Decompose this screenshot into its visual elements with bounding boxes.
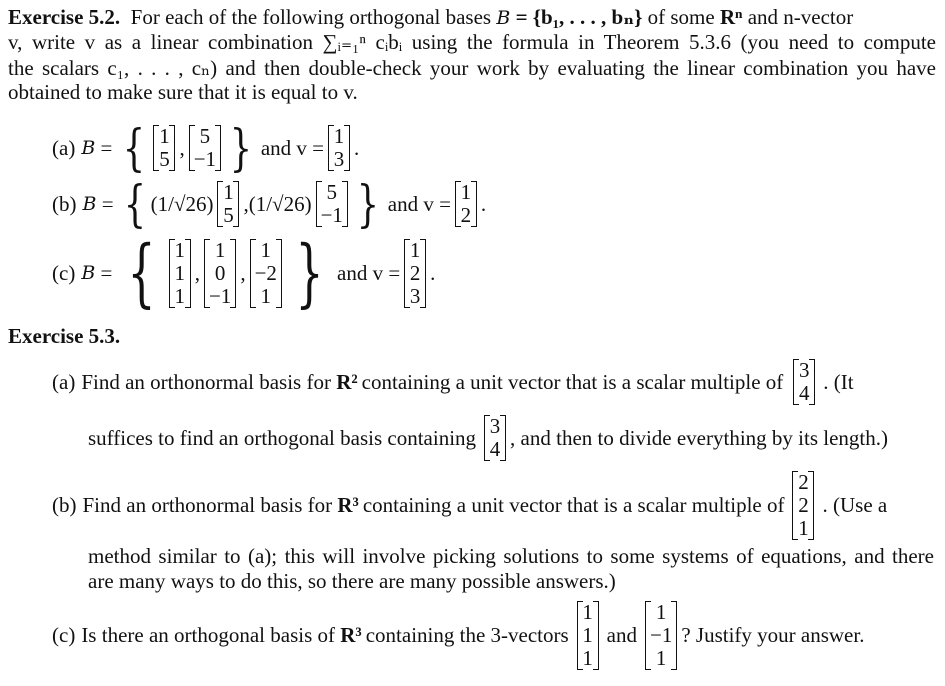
v-vector: 13 (328, 125, 351, 171)
vector-two: 1 −1 1 (644, 600, 678, 670)
ex53-part-a-line1: (a) Find an orthonormal basis for R² con… (52, 358, 854, 405)
scalar-factor: (1/√26) (248, 191, 312, 216)
basis-vector: 5 −1 (188, 125, 222, 171)
right-brace-icon: } (356, 175, 379, 233)
right-brace-icon: } (229, 119, 253, 177)
basis-vector: 111 (168, 238, 191, 308)
target-vector: 34 (484, 415, 507, 461)
ex52-line2: v, write v as a linear combination ∑ᵢ₌₁ⁿ… (8, 30, 936, 54)
v-vector: 123 (404, 238, 427, 308)
basis-vector: 1 −2 1 (249, 238, 282, 308)
ex53-part-b-line1: (b) Find an orthonormal basis for R³ con… (52, 469, 888, 540)
ex52-part-a: (a) B = { 15, 5 −1 } and v = 13 . (52, 119, 360, 177)
ex52-heading: Exercise 5.2. (8, 5, 121, 29)
ex52-line1: Exercise 5.2. For each of the following … (8, 5, 854, 29)
target-vector: 34 (793, 359, 816, 405)
basis-vector: 15 (217, 181, 240, 227)
ex52-line4: obtained to make sure that it is equal t… (8, 80, 358, 104)
left-brace-icon: { (122, 119, 145, 177)
basis-vector: 5 −1 (315, 181, 348, 227)
ex53-part-b-line3: are many ways to do this, so there are m… (88, 569, 616, 593)
v-vector: 12 (454, 181, 477, 227)
right-brace-icon: } (295, 230, 324, 316)
left-brace-icon: { (123, 175, 146, 233)
ex53-heading: Exercise 5.3. (8, 324, 121, 348)
basis-vector: 1 0 −1 (203, 238, 237, 308)
ex52-part-c: (c) B = { 111, 1 0 −1, 1 −2 1 } and v = 123 … (52, 230, 436, 316)
ex53-part-c-line1: (c) Is there an orthogonal basis of R³ c… (52, 599, 865, 670)
ex53-part-a-line2: suffices to find an orthogonal basis con… (88, 414, 888, 461)
left-brace-icon: { (127, 230, 156, 316)
basis-vector: 15 (153, 125, 176, 171)
ex52-line3: the scalars c₁, . . . , cₙ) and then dou… (8, 56, 936, 80)
ex53-part-b-line2: method similar to (a); this will involve… (88, 544, 934, 568)
vector-one: 111 (576, 600, 599, 670)
basis-symbol: B (496, 7, 511, 29)
ex52-part-b: (b) B = { (1/√26) 15, (1/√26) 5 −1 } and … (52, 175, 487, 233)
scalar-factor: (1/√26) (150, 191, 214, 216)
target-vector: 221 (792, 470, 815, 540)
